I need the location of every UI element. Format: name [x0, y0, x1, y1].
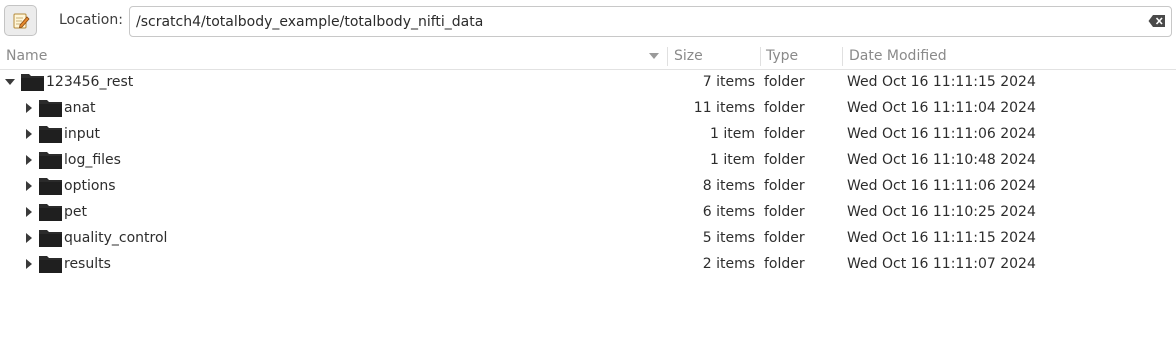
pencil-notepad-icon: [13, 13, 30, 28]
row-date: Wed Oct 16 11:11:15 2024: [847, 74, 1036, 90]
location-field[interactable]: [129, 6, 1172, 37]
row-name: input: [64, 126, 101, 142]
folder-icon: [39, 152, 62, 169]
column-divider[interactable]: [760, 47, 761, 66]
expanded-arrow-icon[interactable]: [5, 79, 15, 85]
collapsed-arrow-icon[interactable]: [26, 207, 32, 217]
row-size: 5 items: [702, 230, 755, 246]
collapsed-arrow-icon[interactable]: [26, 129, 32, 139]
row-type: folder: [764, 152, 805, 168]
row-size: 11 items: [693, 100, 755, 116]
file-list: 123456_rest 7 items folder Wed Oct 16 11…: [0, 69, 1176, 277]
location-input[interactable]: [136, 7, 1126, 36]
column-date-modified[interactable]: Date Modified: [849, 44, 947, 69]
row-date: Wed Oct 16 11:11:04 2024: [847, 100, 1036, 116]
row-date: Wed Oct 16 11:11:06 2024: [847, 126, 1036, 142]
column-header: Name Size Type Date Modified: [0, 44, 1176, 70]
sort-descending-icon: [649, 53, 659, 59]
row-name: pet: [64, 204, 87, 220]
collapsed-arrow-icon[interactable]: [26, 181, 32, 191]
row-date: Wed Oct 16 11:11:15 2024: [847, 230, 1036, 246]
collapsed-arrow-icon[interactable]: [26, 259, 32, 269]
row-size: 2 items: [702, 256, 755, 272]
folder-icon: [39, 126, 62, 143]
table-row[interactable]: 123456_rest 7 items folder Wed Oct 16 11…: [0, 69, 1176, 95]
folder-icon: [21, 74, 44, 91]
row-size: 7 items: [702, 74, 755, 90]
row-type: folder: [764, 178, 805, 194]
location-toolbar: Location:: [0, 0, 1176, 44]
row-type: folder: [764, 74, 805, 90]
row-size: 1 item: [710, 126, 755, 142]
row-type: folder: [764, 256, 805, 272]
folder-icon: [39, 256, 62, 273]
collapsed-arrow-icon[interactable]: [26, 103, 32, 113]
table-row[interactable]: input 1 item folder Wed Oct 16 11:11:06 …: [0, 121, 1176, 147]
row-size: 8 items: [702, 178, 755, 194]
row-name: log_files: [64, 152, 121, 168]
column-divider[interactable]: [667, 47, 668, 66]
row-size: 6 items: [702, 204, 755, 220]
table-row[interactable]: results 2 items folder Wed Oct 16 11:11:…: [0, 251, 1176, 277]
row-name: results: [64, 256, 111, 272]
table-row[interactable]: options 8 items folder Wed Oct 16 11:11:…: [0, 173, 1176, 199]
table-row[interactable]: quality_control 5 items folder Wed Oct 1…: [0, 225, 1176, 251]
row-type: folder: [764, 100, 805, 116]
column-name[interactable]: Name: [6, 44, 47, 69]
location-label: Location:: [59, 12, 123, 28]
folder-icon: [39, 230, 62, 247]
row-date: Wed Oct 16 11:11:06 2024: [847, 178, 1036, 194]
column-size[interactable]: Size: [674, 44, 703, 69]
row-type: folder: [764, 230, 805, 246]
row-type: folder: [764, 126, 805, 142]
column-type[interactable]: Type: [766, 44, 798, 69]
row-size: 1 item: [710, 152, 755, 168]
row-name: anat: [64, 100, 96, 116]
folder-icon: [39, 100, 62, 117]
row-date: Wed Oct 16 11:10:48 2024: [847, 152, 1036, 168]
table-row[interactable]: log_files 1 item folder Wed Oct 16 11:10…: [0, 147, 1176, 173]
row-name: quality_control: [64, 230, 168, 246]
row-type: folder: [764, 204, 805, 220]
row-name: options: [64, 178, 116, 194]
table-row[interactable]: pet 6 items folder Wed Oct 16 11:10:25 2…: [0, 199, 1176, 225]
row-name: 123456_rest: [46, 74, 134, 90]
table-row[interactable]: anat 11 items folder Wed Oct 16 11:11:04…: [0, 95, 1176, 121]
row-date: Wed Oct 16 11:11:07 2024: [847, 256, 1036, 272]
row-date: Wed Oct 16 11:10:25 2024: [847, 204, 1036, 220]
folder-icon: [39, 204, 62, 221]
column-divider[interactable]: [842, 47, 843, 66]
edit-location-button[interactable]: [4, 5, 37, 36]
backspace-clear-icon[interactable]: [1148, 14, 1166, 28]
folder-icon: [39, 178, 62, 195]
collapsed-arrow-icon[interactable]: [26, 155, 32, 165]
collapsed-arrow-icon[interactable]: [26, 233, 32, 243]
